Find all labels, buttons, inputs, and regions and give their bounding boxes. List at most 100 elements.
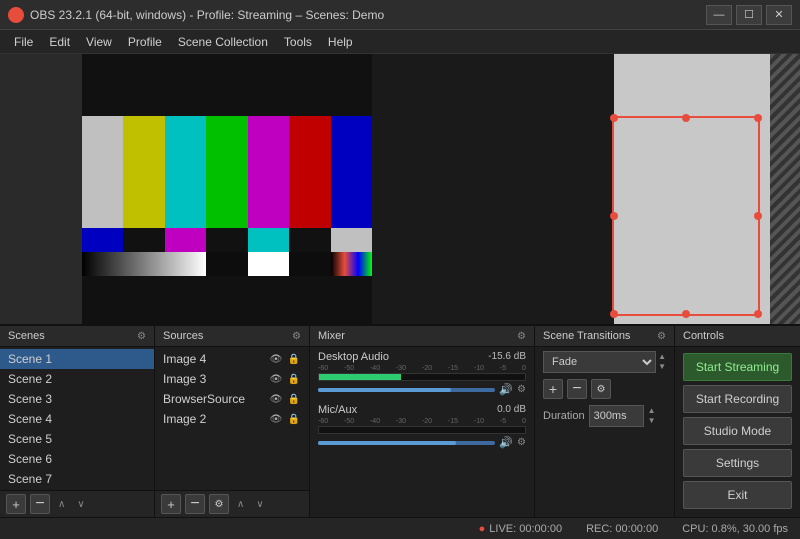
lock-icon-image2[interactable]: 🔒 (287, 412, 301, 426)
scene-item-1[interactable]: Scene 1 (0, 349, 154, 369)
cb-bot-mag (165, 228, 206, 252)
cb-ramp-color (331, 252, 372, 276)
cb-blue (331, 116, 372, 228)
scene-item-4[interactable]: Scene 4 (0, 409, 154, 429)
lock-icon-image3[interactable]: 🔒 (287, 372, 301, 386)
add-source-button[interactable]: + (161, 494, 181, 514)
handle-tl[interactable] (610, 114, 618, 122)
scene-up-button[interactable]: ∧ (54, 497, 69, 512)
lock-icon-image4[interactable]: 🔒 (287, 352, 301, 366)
mixer-desktop-mute-icon[interactable]: 🔊 (499, 383, 513, 396)
source-icons-image3: 👁 🔒 (269, 372, 301, 386)
mixer-mic-slider-row: 🔊 ⚙ (318, 436, 526, 449)
scene-item-6[interactable]: Scene 6 (0, 449, 154, 469)
handle-bl[interactable] (610, 310, 618, 318)
eye-icon-image3[interactable]: 👁 (269, 372, 283, 386)
remove-transition-button[interactable]: − (567, 379, 587, 399)
mixer-header: Mixer ⚙ (310, 326, 534, 347)
menu-edit[interactable]: Edit (41, 33, 78, 51)
source-up-button[interactable]: ∧ (233, 497, 248, 512)
source-item-browser[interactable]: BrowserSource 👁 🔒 (155, 389, 309, 409)
mixer-mic-mute-icon[interactable]: 🔊 (499, 436, 513, 449)
transition-add-remove-row: + − ⚙ (543, 379, 666, 399)
mixer-desktop-gear-icon[interactable]: ⚙ (517, 384, 526, 395)
window-title: OBS 23.2.1 (64-bit, windows) - Profile: … (30, 8, 384, 22)
mixer-panel: Mixer ⚙ Desktop Audio -15.6 dB -60-50-40… (310, 326, 535, 517)
remove-source-button[interactable]: − (185, 494, 205, 514)
mixer-desktop-mask (401, 374, 525, 380)
scene-down-button[interactable]: ∨ (73, 497, 88, 512)
menu-view[interactable]: View (78, 33, 120, 51)
scenes-config-icon[interactable]: ⚙ (137, 331, 146, 342)
menu-tools[interactable]: Tools (276, 33, 320, 51)
transition-type-select[interactable]: Fade Cut Swipe (543, 351, 656, 373)
eye-icon-image2[interactable]: 👁 (269, 412, 283, 426)
studio-mode-button[interactable]: Studio Mode (683, 417, 792, 445)
transition-up-arrow[interactable]: ▲ (658, 352, 666, 362)
transition-settings-button[interactable]: ⚙ (591, 379, 611, 399)
mixer-desktop-ticks: -60-50-40-30-20-15-10-50 (318, 365, 526, 372)
colorbar-top (82, 116, 372, 228)
transitions-panel: Scene Transitions ⚙ Fade Cut Swipe ▲ ▼ +… (535, 326, 675, 517)
sources-config-icon[interactable]: ⚙ (292, 331, 301, 342)
exit-button[interactable]: Exit (683, 481, 792, 509)
source-item-image3[interactable]: Image 3 👁 🔒 (155, 369, 309, 389)
scenes-header: Scenes ⚙ (0, 326, 154, 347)
duration-down-arrow[interactable]: ▼ (648, 416, 656, 426)
minimize-button[interactable]: — (706, 5, 732, 25)
cb-ramp-bw (82, 252, 206, 276)
add-scene-button[interactable]: + (6, 494, 26, 514)
source-down-button[interactable]: ∨ (252, 497, 267, 512)
source-settings-button[interactable]: ⚙ (209, 494, 229, 514)
mixer-desktop-volume-slider[interactable] (318, 388, 495, 392)
duration-label: Duration (543, 410, 585, 422)
menu-profile[interactable]: Profile (120, 33, 170, 51)
cb-bot-black3 (289, 228, 330, 252)
remove-scene-button[interactable]: − (30, 494, 50, 514)
transitions-config-icon[interactable]: ⚙ (657, 331, 666, 342)
add-transition-button[interactable]: + (543, 379, 563, 399)
scene-item-5[interactable]: Scene 5 (0, 429, 154, 449)
rec-status: REC: 00:00:00 (586, 523, 658, 535)
transition-type-row: Fade Cut Swipe ▲ ▼ (543, 351, 666, 373)
panels: Scenes ⚙ Scene 1 Scene 2 Scene 3 Scene 4… (0, 324, 800, 517)
mixer-config-icon[interactable]: ⚙ (517, 331, 526, 342)
transition-down-arrow[interactable]: ▼ (658, 362, 666, 372)
start-streaming-button[interactable]: Start Streaming (683, 353, 792, 381)
maximize-button[interactable]: ☐ (736, 5, 762, 25)
mixer-desktop-meter (318, 373, 526, 381)
eye-icon-browser[interactable]: 👁 (269, 392, 283, 406)
controls-header: Controls (675, 326, 800, 347)
source-item-image2[interactable]: Image 2 👁 🔒 (155, 409, 309, 429)
eye-icon-image4[interactable]: 👁 (269, 352, 283, 366)
menu-file[interactable]: File (6, 33, 41, 51)
scene-item-7[interactable]: Scene 7 (0, 469, 154, 489)
handle-tc[interactable] (682, 114, 690, 122)
mixer-title: Mixer (318, 330, 345, 342)
mixer-mic-volume-slider[interactable] (318, 441, 495, 445)
mixer-mic-gear-icon[interactable]: ⚙ (517, 437, 526, 448)
cb-sub-black (206, 252, 247, 276)
lock-icon-browser[interactable]: 🔒 (287, 392, 301, 406)
handle-br[interactable] (754, 310, 762, 318)
menu-scene-collection[interactable]: Scene Collection (170, 33, 276, 51)
source-item-image4[interactable]: Image 4 👁 🔒 (155, 349, 309, 369)
settings-button[interactable]: Settings (683, 449, 792, 477)
scene-item-3[interactable]: Scene 3 (0, 389, 154, 409)
cpu-status: CPU: 0.8%, 30.00 fps (682, 523, 788, 535)
handle-bc[interactable] (682, 310, 690, 318)
close-button[interactable]: ✕ (766, 5, 792, 25)
scene-item-2[interactable]: Scene 2 (0, 369, 154, 389)
duration-input[interactable] (589, 405, 644, 427)
mixer-channel-mic: Mic/Aux 0.0 dB -60-50-40-30-20-15-10-50 … (318, 404, 526, 449)
titlebar: OBS 23.2.1 (64-bit, windows) - Profile: … (0, 0, 800, 30)
handle-mr[interactable] (754, 212, 762, 220)
handle-tr[interactable] (754, 114, 762, 122)
start-recording-button[interactable]: Start Recording (683, 385, 792, 413)
colorbar-bot (82, 252, 372, 276)
cb-gray (82, 116, 123, 228)
source-name-browser: BrowserSource (163, 392, 245, 406)
handle-ml[interactable] (610, 212, 618, 220)
duration-up-arrow[interactable]: ▲ (648, 406, 656, 416)
menu-help[interactable]: Help (320, 33, 361, 51)
